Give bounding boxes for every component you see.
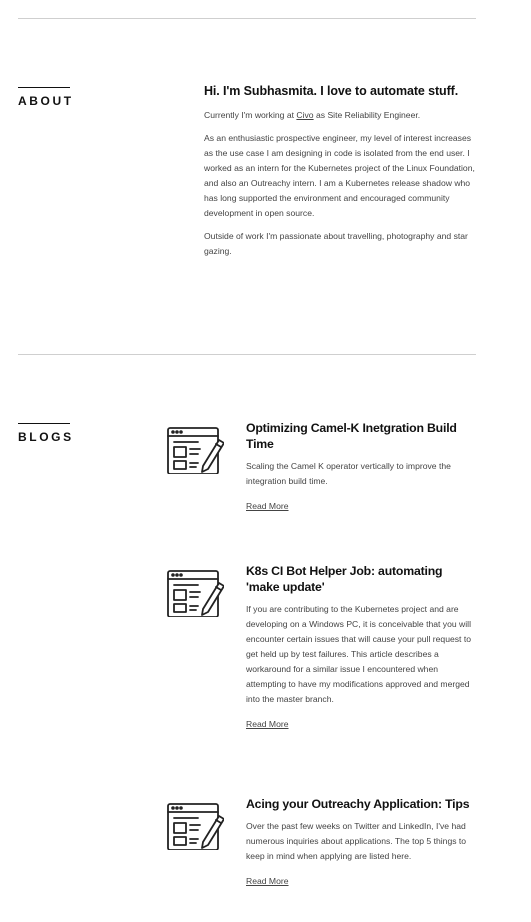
- blogs-section-label: BLOGS: [18, 430, 74, 444]
- middle-divider: [18, 354, 476, 355]
- blog-title[interactable]: Acing your Outreachy Application: Tips: [246, 796, 476, 812]
- blog-post-edit-icon: [166, 565, 225, 618]
- about-current-job-suffix: as Site Reliability Engineer.: [313, 110, 421, 120]
- about-bio: As an enthusiastic prospective engineer,…: [204, 133, 475, 218]
- blog-summary: Over the past few weeks on Twitter and L…: [246, 821, 467, 861]
- about-heading: Hi. I'm Subhasmita. I love to automate s…: [204, 84, 459, 98]
- about-current-job: Currently I'm working at Civo as Site Re…: [204, 108, 476, 123]
- blog-title[interactable]: Optimizing Camel-K Inetgration Build Tim…: [246, 420, 476, 452]
- blogs-label-rule: [18, 423, 70, 424]
- read-more-link[interactable]: Read More: [246, 719, 289, 729]
- blog-item-text: K8s CI Bot Helper Job: automating 'make …: [246, 563, 476, 732]
- blog-post-edit-icon: [166, 422, 225, 475]
- blog-title[interactable]: K8s CI Bot Helper Job: automating 'make …: [246, 563, 476, 595]
- blog-post-edit-icon: [166, 798, 225, 851]
- about-hobbies: Outside of work I'm passionate about tra…: [204, 231, 468, 256]
- blog-summary: Scaling the Camel K operator vertically …: [246, 461, 451, 486]
- read-more-link[interactable]: Read More: [246, 501, 289, 511]
- blog-item-text: Optimizing Camel-K Inetgration Build Tim…: [246, 420, 476, 514]
- about-label-rule: [18, 87, 70, 88]
- read-more-link[interactable]: Read More: [246, 876, 289, 886]
- top-divider: [18, 18, 476, 19]
- about-section: Hi. I'm Subhasmita. I love to automate s…: [204, 84, 476, 267]
- blog-summary: If you are contributing to the Kubernete…: [246, 604, 471, 704]
- civo-link[interactable]: Civo: [296, 110, 313, 120]
- about-current-job-prefix: Currently I'm working at: [204, 110, 297, 120]
- blog-item-text: Acing your Outreachy Application: Tips O…: [246, 796, 476, 889]
- about-section-label: ABOUT: [18, 94, 74, 108]
